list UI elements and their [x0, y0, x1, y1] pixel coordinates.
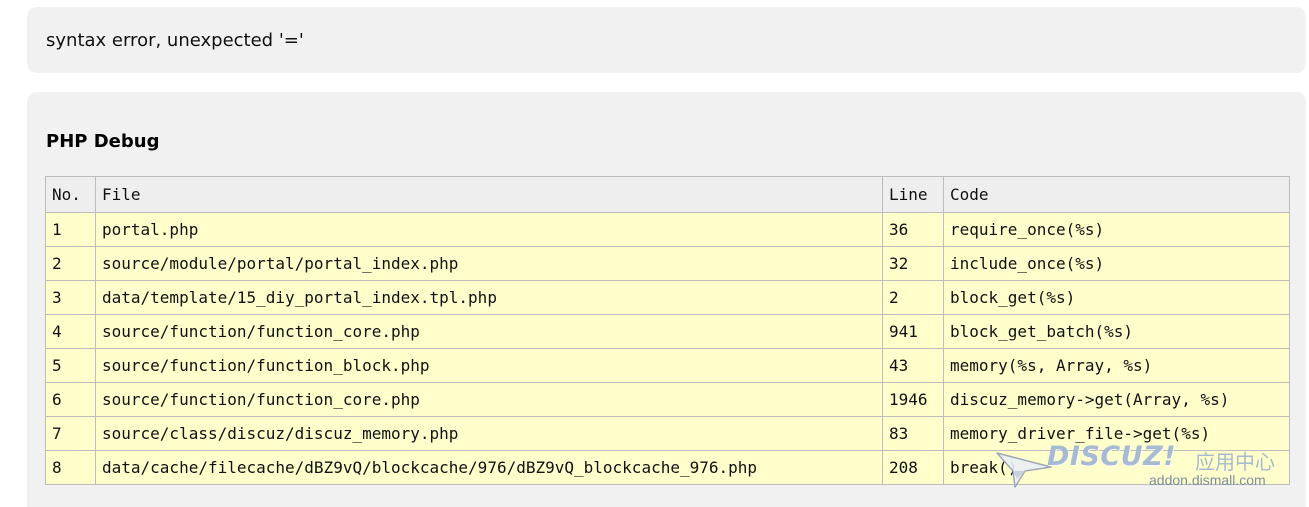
cell-code: block_get_batch(%s): [943, 314, 1290, 349]
table-row: 4 source/function/function_core.php 941 …: [45, 314, 1290, 349]
table-row: 6 source/function/function_core.php 1946…: [45, 382, 1290, 417]
table-row: 7 source/class/discuz/discuz_memory.php …: [45, 416, 1290, 451]
cell-file: source/function/function_block.php: [95, 348, 883, 383]
column-header-file: File: [95, 176, 883, 213]
cell-no: 6: [45, 382, 96, 417]
column-header-line: Line: [882, 176, 944, 213]
cell-code: block_get(%s): [943, 280, 1290, 315]
cell-no: 7: [45, 416, 96, 451]
cell-line: 43: [882, 348, 944, 383]
cell-code: break(): [943, 450, 1290, 485]
cell-code: require_once(%s): [943, 212, 1290, 247]
cell-file: source/function/function_core.php: [95, 382, 883, 417]
error-page: syntax error, unexpected '=' PHP Debug N…: [0, 0, 1309, 507]
cell-file: source/function/function_core.php: [95, 314, 883, 349]
cell-line: 941: [882, 314, 944, 349]
error-message: syntax error, unexpected '=': [46, 30, 304, 51]
table-row: 8 data/cache/filecache/dBZ9vQ/blockcache…: [45, 450, 1290, 485]
cell-no: 3: [45, 280, 96, 315]
table-row: 5 source/function/function_block.php 43 …: [45, 348, 1290, 383]
cell-file: source/module/portal/portal_index.php: [95, 246, 883, 281]
cell-no: 1: [45, 212, 96, 247]
cell-file: data/cache/filecache/dBZ9vQ/blockcache/9…: [95, 450, 883, 485]
cell-line: 2: [882, 280, 944, 315]
cell-line: 32: [882, 246, 944, 281]
cell-no: 4: [45, 314, 96, 349]
cell-code: memory_driver_file->get(%s): [943, 416, 1290, 451]
cell-code: include_once(%s): [943, 246, 1290, 281]
cell-line: 208: [882, 450, 944, 485]
debug-title: PHP Debug: [46, 131, 160, 152]
error-message-panel: syntax error, unexpected '=': [27, 7, 1306, 73]
cell-code: memory(%s, Array, %s): [943, 348, 1290, 383]
cell-file: data/template/15_diy_portal_index.tpl.ph…: [95, 280, 883, 315]
cell-line: 36: [882, 212, 944, 247]
cell-line: 83: [882, 416, 944, 451]
table-header-row: No. File Line Code: [45, 176, 1290, 213]
table-row: 2 source/module/portal/portal_index.php …: [45, 246, 1290, 281]
cell-file: portal.php: [95, 212, 883, 247]
cell-no: 5: [45, 348, 96, 383]
table-row: 3 data/template/15_diy_portal_index.tpl.…: [45, 280, 1290, 315]
debug-trace-table: No. File Line Code 1 portal.php 36 requi…: [45, 176, 1290, 485]
cell-no: 8: [45, 450, 96, 485]
cell-file: source/class/discuz/discuz_memory.php: [95, 416, 883, 451]
column-header-no: No.: [45, 176, 96, 213]
column-header-code: Code: [943, 176, 1290, 213]
cell-line: 1946: [882, 382, 944, 417]
cell-code: discuz_memory->get(Array, %s): [943, 382, 1290, 417]
table-row: 1 portal.php 36 require_once(%s): [45, 212, 1290, 247]
cell-no: 2: [45, 246, 96, 281]
php-debug-panel: PHP Debug No. File Line Code 1 portal.ph…: [27, 92, 1306, 507]
